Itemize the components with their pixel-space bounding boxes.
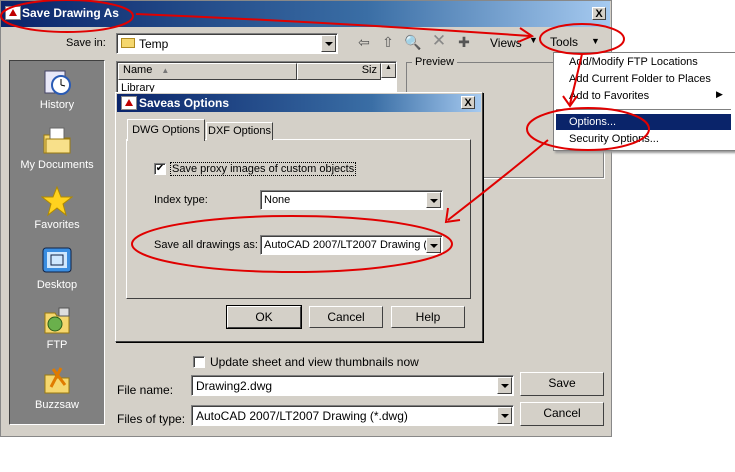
annotation-arrow-options-to-save-all <box>447 139 549 221</box>
annotation-ellipse-title <box>0 0 134 33</box>
annotation-ellipse-save-all <box>131 215 453 273</box>
annotation-arrow-title-to-tools <box>135 13 531 37</box>
annotation-ellipse-options <box>526 107 650 151</box>
red-annotations <box>0 0 650 273</box>
annotation-ellipse-tools <box>539 23 625 55</box>
